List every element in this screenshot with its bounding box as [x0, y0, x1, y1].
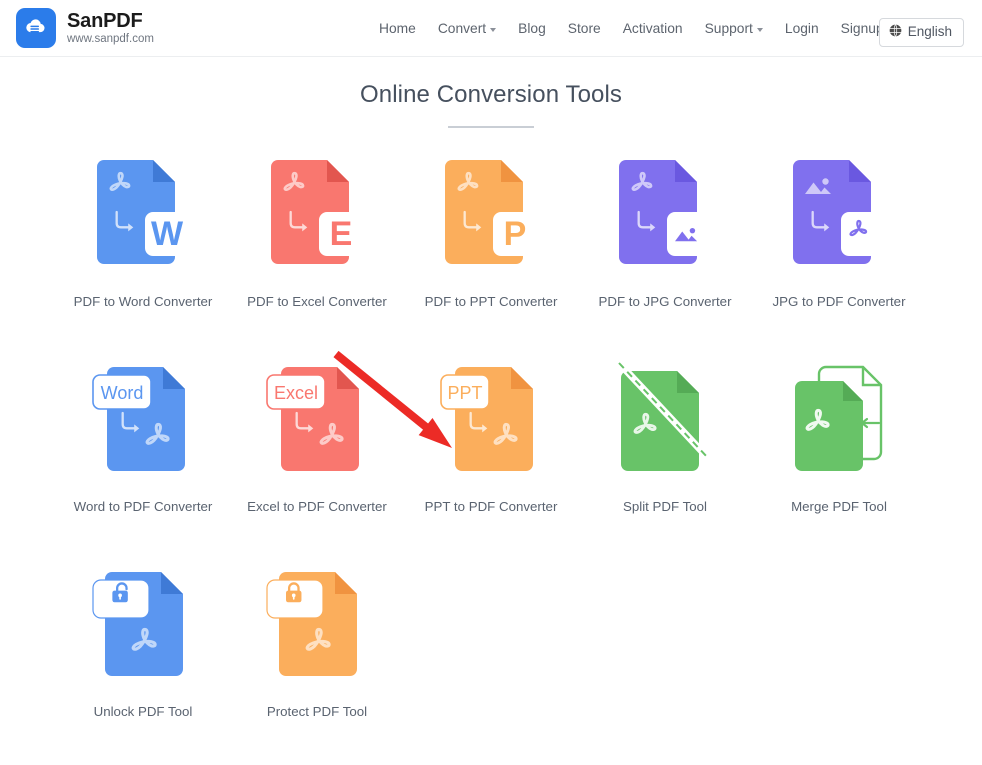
- tool-card-pdf-to-word-converter[interactable]: W PDF to Word Converter: [56, 150, 230, 355]
- tool-card-merge-pdf-tool[interactable]: Merge PDF Tool: [752, 355, 926, 560]
- nav-item-label: Support: [705, 21, 753, 36]
- language-button[interactable]: English: [879, 18, 964, 47]
- tool-card-pdf-to-ppt-converter[interactable]: P PDF to PPT Converter: [404, 150, 578, 355]
- tool-card-label: PDF to PPT Converter: [425, 292, 558, 311]
- language-button-label: English: [908, 25, 952, 39]
- nav-item-label: Blog: [518, 21, 546, 36]
- tool-card-excel-to-pdf-converter[interactable]: Excel Excel to PDF Converter: [230, 355, 404, 560]
- ppt-to-pdf-converter-icon: PPT: [439, 361, 543, 483]
- tool-card-split-pdf-tool[interactable]: Split PDF Tool: [578, 355, 752, 560]
- split-pdf-tool-icon: [613, 361, 717, 483]
- tool-card-label: PDF to Excel Converter: [247, 292, 387, 311]
- svg-text:Word: Word: [101, 383, 144, 403]
- protect-pdf-tool-icon: [265, 566, 369, 688]
- chevron-down-icon: [490, 28, 496, 32]
- svg-text:W: W: [151, 215, 184, 253]
- svg-text:P: P: [504, 215, 527, 253]
- main-navigation: Home Convert Blog Store Activation Support Log…: [368, 0, 895, 57]
- tool-card-label: Unlock PDF Tool: [94, 702, 193, 721]
- page-title: Online Conversion Tools: [0, 81, 982, 109]
- tool-card-ppt-to-pdf-converter[interactable]: PPT PPT to PDF Converter: [404, 355, 578, 560]
- nav-item-label: Signup: [841, 21, 884, 36]
- tool-card-label: Word to PDF Converter: [74, 497, 213, 516]
- brand-url: www.sanpdf.com: [67, 34, 154, 46]
- nav-item-label: Activation: [623, 21, 683, 36]
- chevron-down-icon: [757, 28, 763, 32]
- globe-icon: [889, 24, 902, 40]
- excel-to-pdf-converter-icon: Excel: [265, 361, 369, 483]
- svg-text:PPT: PPT: [447, 383, 482, 403]
- nav-item-support[interactable]: Support: [694, 15, 774, 42]
- nav-item-store[interactable]: Store: [557, 15, 612, 42]
- tool-card-label: PPT to PDF Converter: [425, 497, 558, 516]
- word-to-pdf-converter-icon: Word: [91, 361, 195, 483]
- tool-grid: W PDF to Word Converter E PDF to Excel Con…: [0, 150, 982, 765]
- nav-item-label: Login: [785, 21, 819, 36]
- pdf-to-ppt-converter-icon: P: [439, 156, 543, 278]
- nav-item-label: Home: [379, 21, 416, 36]
- nav-item-convert[interactable]: Convert: [427, 15, 507, 42]
- tool-card-pdf-to-jpg-converter[interactable]: PDF to JPG Converter: [578, 150, 752, 355]
- pdf-to-jpg-converter-icon: [613, 156, 717, 278]
- svg-text:Excel: Excel: [274, 383, 318, 403]
- nav-item-blog[interactable]: Blog: [507, 15, 557, 42]
- tool-card-protect-pdf-tool[interactable]: Protect PDF Tool: [230, 560, 404, 765]
- tool-card-pdf-to-excel-converter[interactable]: E PDF to Excel Converter: [230, 150, 404, 355]
- unlock-pdf-tool-icon: [91, 566, 195, 688]
- tool-card-label: Merge PDF Tool: [791, 497, 887, 516]
- tool-card-label: PDF to JPG Converter: [598, 292, 731, 311]
- brand[interactable]: SanPDF www.sanpdf.com: [16, 8, 154, 48]
- tool-card-label: PDF to Word Converter: [74, 292, 213, 311]
- pdf-to-excel-converter-icon: E: [265, 156, 369, 278]
- tool-card-label: Split PDF Tool: [623, 497, 707, 516]
- nav-item-activation[interactable]: Activation: [612, 15, 694, 42]
- tool-card-label: Excel to PDF Converter: [247, 497, 387, 516]
- pdf-to-word-converter-icon: W: [91, 156, 195, 278]
- svg-text:E: E: [330, 215, 353, 253]
- tool-card-label: JPG to PDF Converter: [772, 292, 905, 311]
- site-header: SanPDF www.sanpdf.com Home Convert Blog Sto…: [0, 0, 982, 57]
- merge-pdf-tool-icon: [787, 361, 891, 483]
- tool-card-word-to-pdf-converter[interactable]: Word Word to PDF Converter: [56, 355, 230, 560]
- tool-card-jpg-to-pdf-converter[interactable]: JPG to PDF Converter: [752, 150, 926, 355]
- title-divider: [448, 126, 534, 128]
- jpg-to-pdf-converter-icon: [787, 156, 891, 278]
- cloud-document-icon: [16, 8, 56, 48]
- tool-card-unlock-pdf-tool[interactable]: Unlock PDF Tool: [56, 560, 230, 765]
- brand-name: SanPDF: [67, 11, 154, 31]
- tool-card-label: Protect PDF Tool: [267, 702, 367, 721]
- nav-item-label: Convert: [438, 21, 486, 36]
- nav-item-login[interactable]: Login: [774, 15, 830, 42]
- nav-item-label: Store: [568, 21, 601, 36]
- nav-item-home[interactable]: Home: [368, 15, 427, 42]
